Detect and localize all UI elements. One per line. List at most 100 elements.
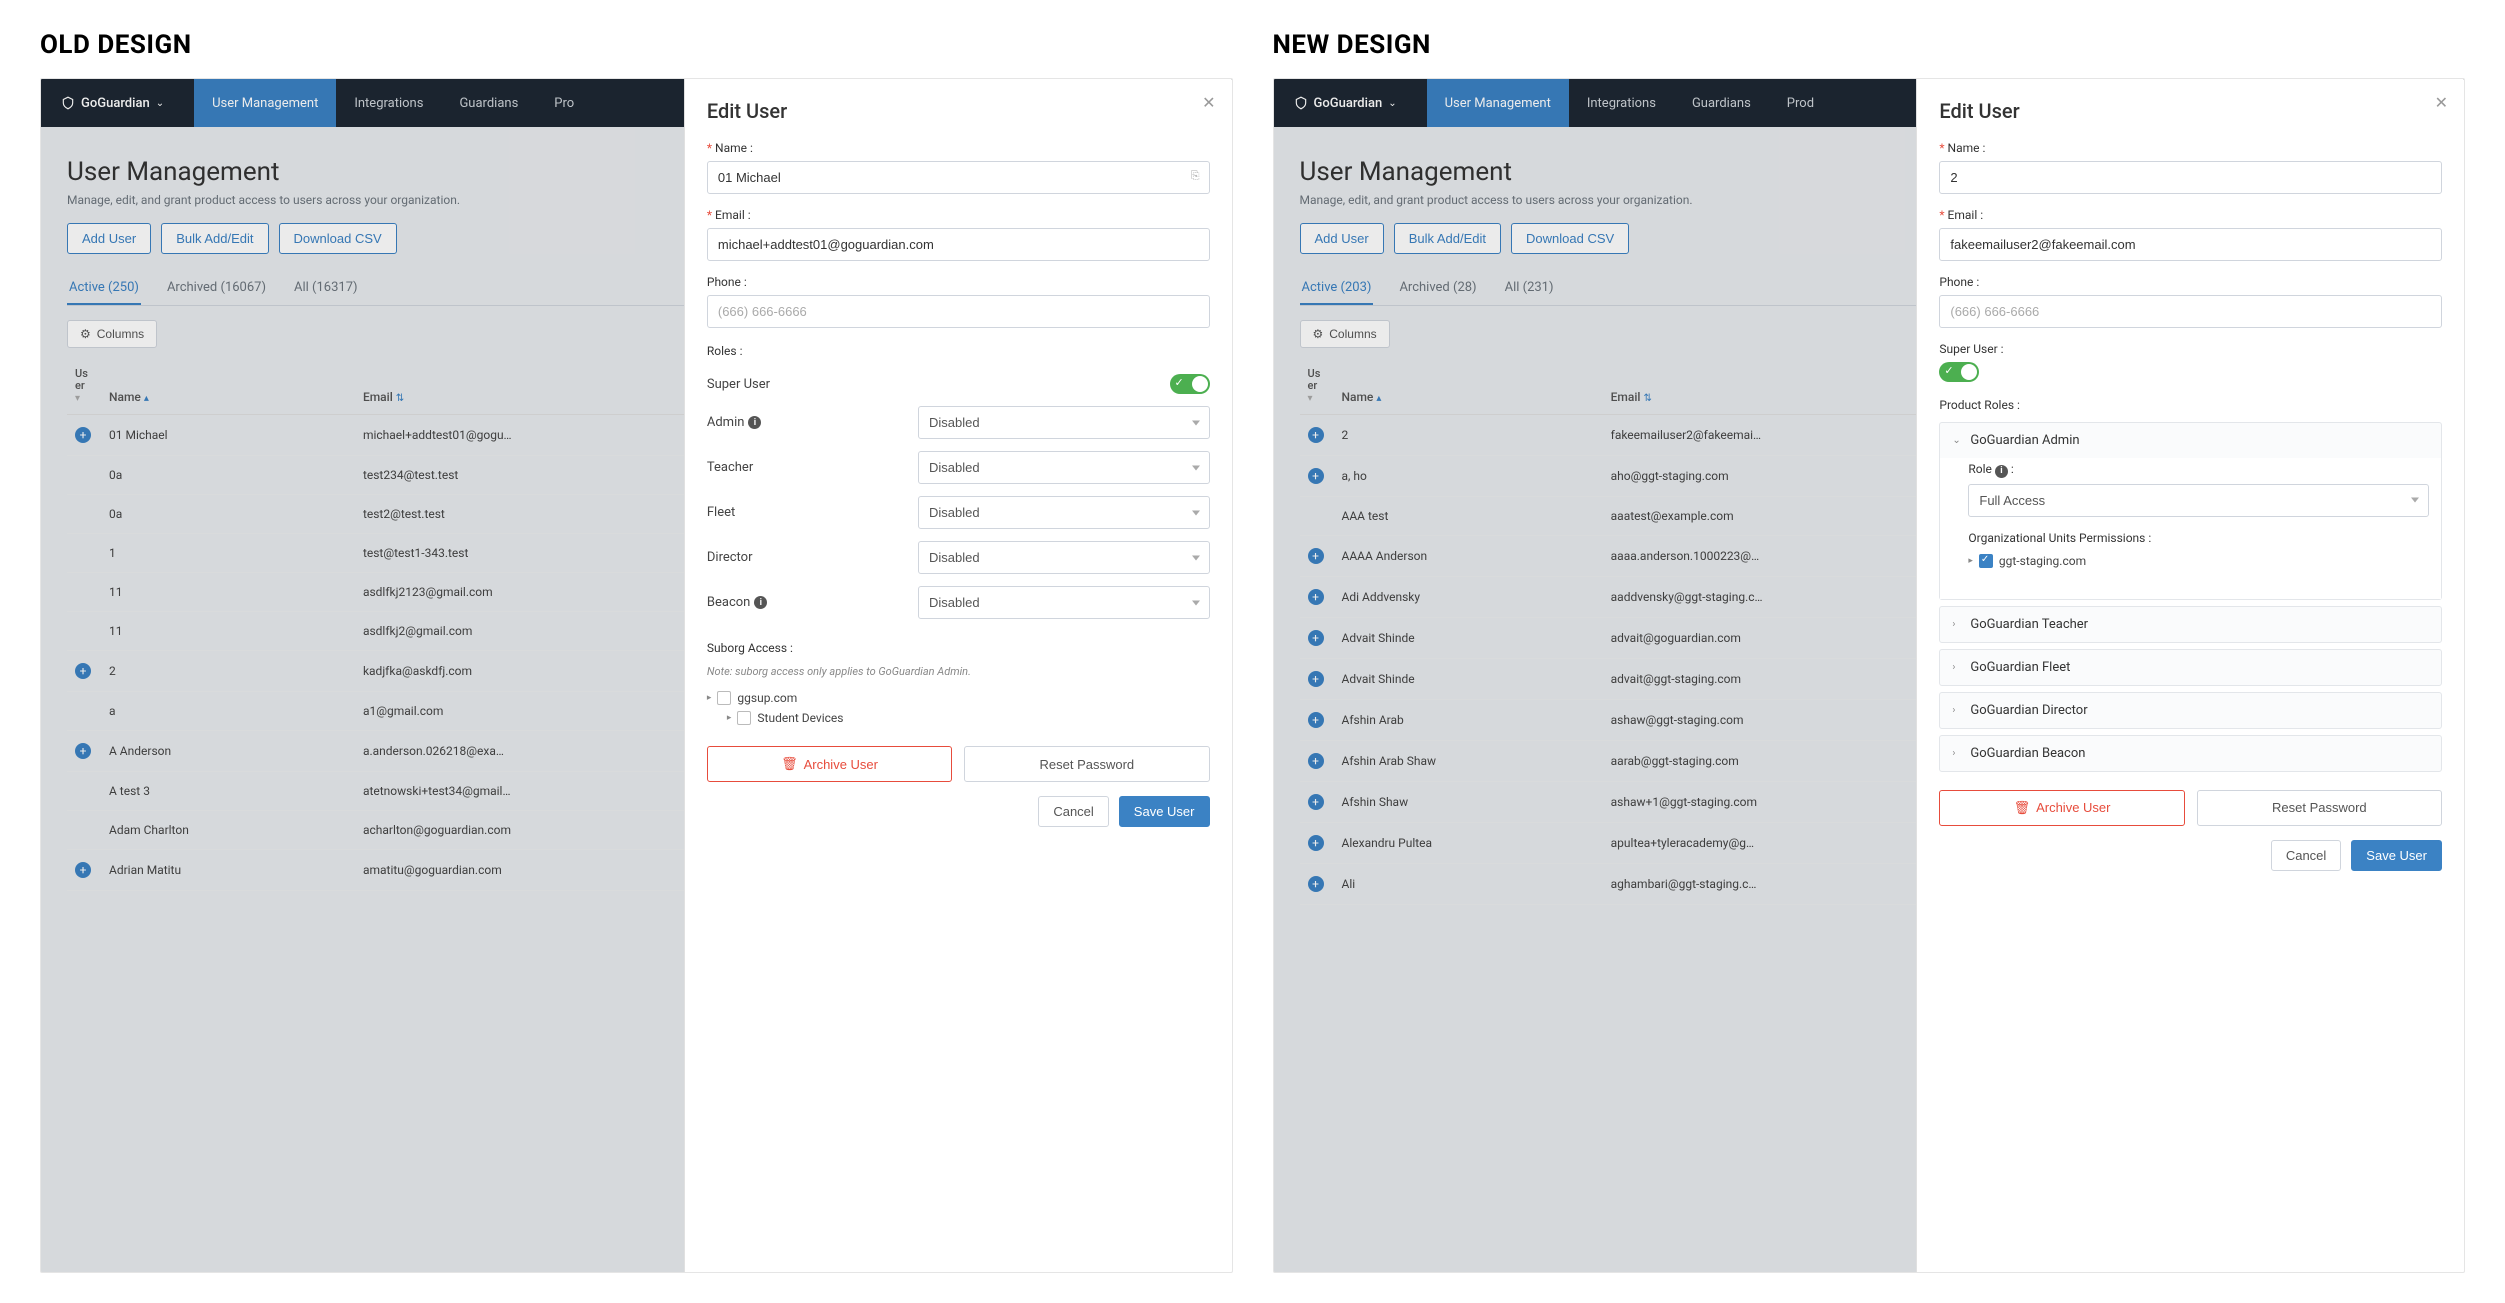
save-user-button[interactable]: Save User [2351,840,2442,871]
cell-name: A Anderson [101,731,355,772]
accordion-header[interactable]: ›GoGuardian Beacon [1940,736,2441,771]
columns-button[interactable]: ⚙Columns [1300,320,1390,348]
email-field[interactable] [707,228,1210,261]
cell-name: Afshin Shaw [1334,782,1603,823]
accordion-header[interactable]: ›GoGuardian Teacher [1940,607,2441,642]
role-select[interactable]: Disabled [918,451,1210,484]
expand-icon[interactable]: + [1308,630,1324,646]
nav-pro[interactable]: Pro [536,79,592,127]
tab-archived[interactable]: Archived (28) [1397,272,1478,305]
role-select[interactable]: Disabled [918,541,1210,574]
accordion-title: GoGuardian Teacher [1970,617,2088,632]
expand-icon[interactable]: + [75,663,91,679]
ou-checkbox[interactable] [1979,554,1993,568]
filter-icon[interactable]: ▾ [75,393,80,404]
info-icon[interactable]: i [1995,465,2008,478]
expand-icon[interactable]: + [75,862,91,878]
expand-icon[interactable]: + [1308,427,1324,443]
role-select[interactable]: Disabled [918,496,1210,529]
tab-all[interactable]: All (16317) [292,272,360,305]
bulk-add-edit-button[interactable]: Bulk Add/Edit [161,223,268,254]
tab-active[interactable]: Active (203) [1300,272,1374,305]
info-icon[interactable]: i [754,596,767,609]
phone-field[interactable] [707,295,1210,328]
download-csv-button[interactable]: Download CSV [1511,223,1629,254]
suborg-checkbox[interactable] [737,711,751,725]
cell-name: Advait Shinde [1334,618,1603,659]
expand-icon[interactable]: + [75,427,91,443]
chevron-right-icon: › [1952,748,1962,759]
filter-icon[interactable]: ▾ [1308,393,1313,404]
archive-user-button[interactable]: 🗑 Archive User [1939,790,2184,826]
info-icon[interactable]: i [748,416,761,429]
tab-all[interactable]: All (231) [1503,272,1556,305]
role-select[interactable]: Disabled [918,406,1210,439]
archive-user-button[interactable]: 🗑 Archive User [707,746,952,782]
role-select[interactable]: Full Access [1968,484,2429,517]
nav-user-management[interactable]: User Management [1427,79,1569,127]
phone-field[interactable] [1939,295,2442,328]
new-design-title: NEW DESIGN [1273,30,2466,60]
nav-integrations[interactable]: Integrations [336,79,441,127]
role-select[interactable]: Disabled [918,586,1210,619]
expand-icon[interactable]: + [1308,876,1324,892]
expand-icon[interactable]: + [75,743,91,759]
email-field[interactable] [1939,228,2442,261]
add-user-button[interactable]: Add User [1300,223,1384,254]
nav-guardians[interactable]: Guardians [441,79,536,127]
expand-icon[interactable]: + [1308,468,1324,484]
expand-icon[interactable]: + [1308,794,1324,810]
accordion-header[interactable]: ›GoGuardian Fleet [1940,650,2441,685]
old-app: GoGuardian ⌄ User Management Integration… [40,78,1233,1273]
name-field[interactable] [1939,161,2442,194]
caret-icon: ▸ [1968,556,1973,566]
cell-name: Afshin Arab Shaw [1334,741,1603,782]
nav-guardians[interactable]: Guardians [1674,79,1769,127]
ou-tree-item[interactable]: ▸ ggt-staging.com [1968,551,2429,571]
ou-item-label: ggt-staging.com [1999,554,2086,568]
tab-active[interactable]: Active (250) [67,272,141,305]
nav-integrations[interactable]: Integrations [1569,79,1674,127]
accordion-header[interactable]: ›GoGuardian Director [1940,693,2441,728]
phone-label: Phone : [1939,275,2442,289]
suborg-tree-item[interactable]: ▸Student Devices [707,708,1210,728]
suborg-note: Note: suborg access only applies to GoGu… [707,665,1210,678]
caret-icon: ▸ [707,693,712,703]
cell-name: Advait Shinde [1334,659,1603,700]
add-user-button[interactable]: Add User [67,223,151,254]
expand-icon[interactable]: + [1308,712,1324,728]
suborg-tree-item[interactable]: ▸ggsup.com [707,688,1210,708]
expand-icon[interactable]: + [1308,753,1324,769]
accordion-title: GoGuardian Admin [1970,433,2079,448]
accordion-header[interactable]: ⌄ GoGuardian Admin [1940,423,2441,458]
columns-button[interactable]: ⚙Columns [67,320,157,348]
super-user-toggle[interactable]: ✓ [1170,374,1210,394]
reset-password-button[interactable]: Reset Password [2197,790,2442,826]
name-field[interactable] [707,161,1210,194]
expand-icon[interactable]: + [1308,589,1324,605]
nav-user-management[interactable]: User Management [194,79,336,127]
super-user-toggle[interactable]: ✓ [1939,362,1979,382]
th-user[interactable]: Us er▾ [67,358,101,415]
suborg-checkbox[interactable] [717,691,731,705]
th-name[interactable]: Name▴ [101,358,355,415]
brand[interactable]: GoGuardian ⌄ [1294,96,1397,111]
expand-icon[interactable]: + [1308,548,1324,564]
download-csv-button[interactable]: Download CSV [279,223,397,254]
expand-icon[interactable]: + [1308,671,1324,687]
expand-icon[interactable]: + [1308,835,1324,851]
cancel-button[interactable]: Cancel [2271,840,2341,871]
th-user[interactable]: Us er▾ [1300,358,1334,415]
save-user-button[interactable]: Save User [1119,796,1210,827]
bulk-add-edit-button[interactable]: Bulk Add/Edit [1394,223,1501,254]
tab-archived[interactable]: Archived (16067) [165,272,268,305]
brand[interactable]: GoGuardian ⌄ [61,96,164,111]
th-name[interactable]: Name▴ [1334,358,1603,415]
reset-password-button[interactable]: Reset Password [964,746,1209,782]
nav-pro[interactable]: Prod [1769,79,1832,127]
panel-title: Edit User [1939,99,2442,123]
super-user-label: Super User : [1939,342,2442,356]
close-icon[interactable]: ✕ [2435,93,2448,112]
cancel-button[interactable]: Cancel [1038,796,1108,827]
close-icon[interactable]: ✕ [1202,93,1215,112]
